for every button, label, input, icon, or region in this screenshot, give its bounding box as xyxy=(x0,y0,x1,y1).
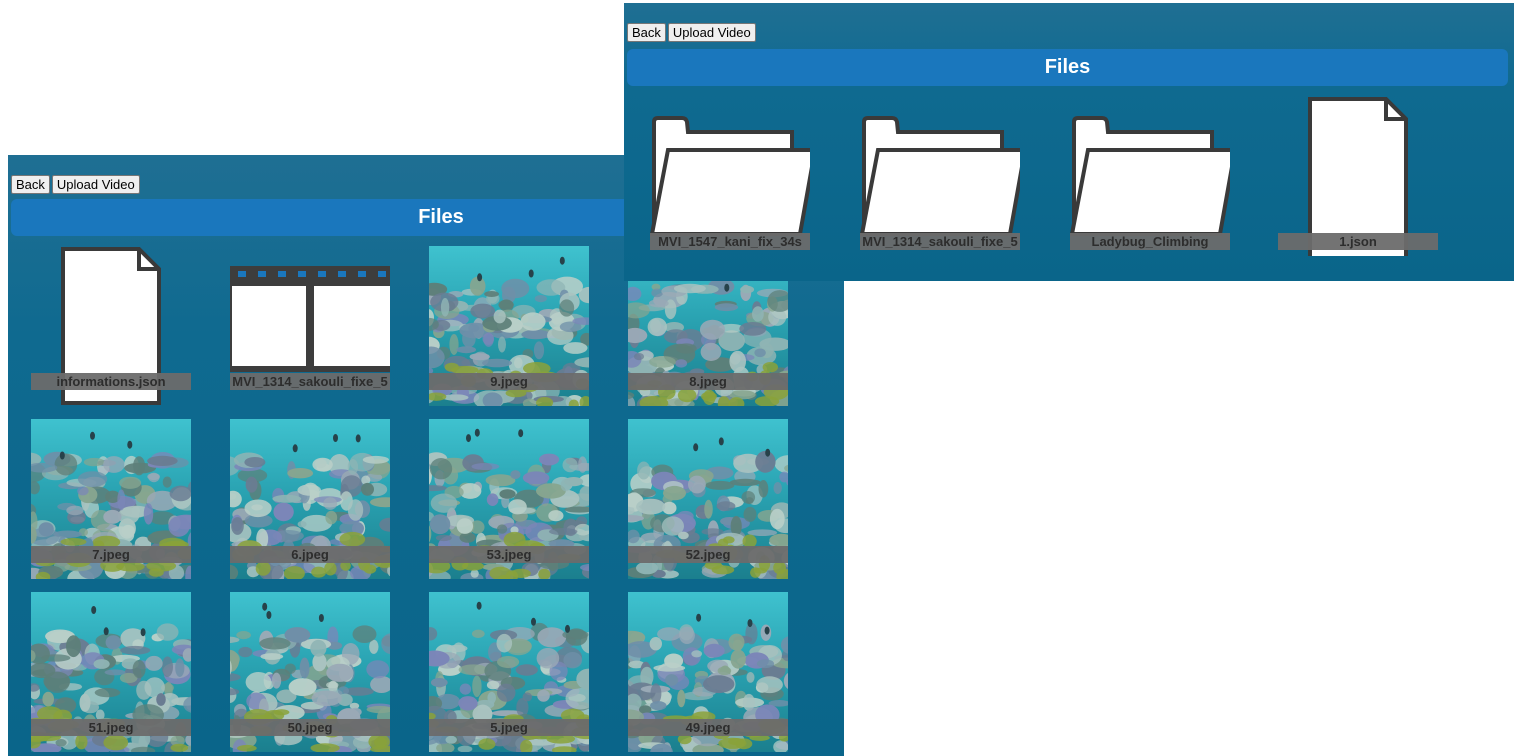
image-tile-9[interactable]: 9.jpeg xyxy=(429,246,589,406)
image-tile-50[interactable]: 50.jpeg xyxy=(230,592,390,752)
image-tile-6[interactable]: 6.jpeg xyxy=(230,419,390,579)
image-tile-53[interactable]: 53.jpeg xyxy=(429,419,589,579)
folder-name-label: MVI_1547_kani_fix_34s xyxy=(650,233,810,250)
document-icon xyxy=(1308,97,1408,256)
file-name-label: 1.json xyxy=(1278,233,1438,250)
file-name-label: informations.json xyxy=(31,373,191,390)
file-tile-1-json[interactable]: 1.json xyxy=(1278,96,1438,256)
back-button[interactable]: Back xyxy=(11,175,50,194)
upload-video-button[interactable]: Upload Video xyxy=(51,175,140,194)
image-tile-51[interactable]: 51.jpeg xyxy=(31,592,191,752)
folder-tile-ladybug[interactable]: Ladybug_Climbing xyxy=(1070,96,1230,256)
file-name-label: 49.jpeg xyxy=(628,719,788,736)
file-name-label: 6.jpeg xyxy=(230,546,390,563)
files-header: Files xyxy=(627,49,1508,86)
image-tile-7[interactable]: 7.jpeg xyxy=(31,419,191,579)
upload-video-button[interactable]: Upload Video xyxy=(667,23,756,42)
files-title: Files xyxy=(418,206,464,228)
image-tile-49[interactable]: 49.jpeg xyxy=(628,592,788,752)
file-name-label: 5.jpeg xyxy=(429,719,589,736)
file-name-label: MVI_1314_sakouli_fixe_5 xyxy=(230,373,390,390)
folder-tile-sakouli[interactable]: MVI_1314_sakouli_fixe_5 xyxy=(860,96,1020,256)
file-tile-video[interactable]: MVI_1314_sakouli_fixe_5 xyxy=(230,246,390,406)
folder-icon xyxy=(650,116,810,236)
folder-tile-kani[interactable]: MVI_1547_kani_fix_34s xyxy=(650,96,810,256)
folder-icon xyxy=(860,116,1020,236)
folder-icon xyxy=(1070,116,1230,236)
file-name-label: 51.jpeg xyxy=(31,719,191,736)
files-title: Files xyxy=(1044,56,1091,78)
image-tile-5[interactable]: 5.jpeg xyxy=(429,592,589,752)
right-file-browser-window: Back Upload Video Files MVI_1547_kani_fi… xyxy=(624,3,1514,281)
file-name-label: 9.jpeg xyxy=(429,373,589,390)
file-name-label: 50.jpeg xyxy=(230,719,390,736)
folder-name-label: MVI_1314_sakouli_fixe_5 xyxy=(860,233,1020,250)
file-name-label: 53.jpeg xyxy=(429,546,589,563)
file-name-label: 8.jpeg xyxy=(628,373,788,390)
file-tile-informations-json[interactable]: informations.json xyxy=(31,246,191,406)
right-toolbar: Back Upload Video xyxy=(627,23,756,42)
file-name-label: 52.jpeg xyxy=(628,546,788,563)
back-button[interactable]: Back xyxy=(627,23,666,42)
folder-name-label: Ladybug_Climbing xyxy=(1070,233,1230,250)
image-tile-52[interactable]: 52.jpeg xyxy=(628,419,788,579)
left-toolbar: Back Upload Video xyxy=(11,175,140,194)
file-name-label: 7.jpeg xyxy=(31,546,191,563)
